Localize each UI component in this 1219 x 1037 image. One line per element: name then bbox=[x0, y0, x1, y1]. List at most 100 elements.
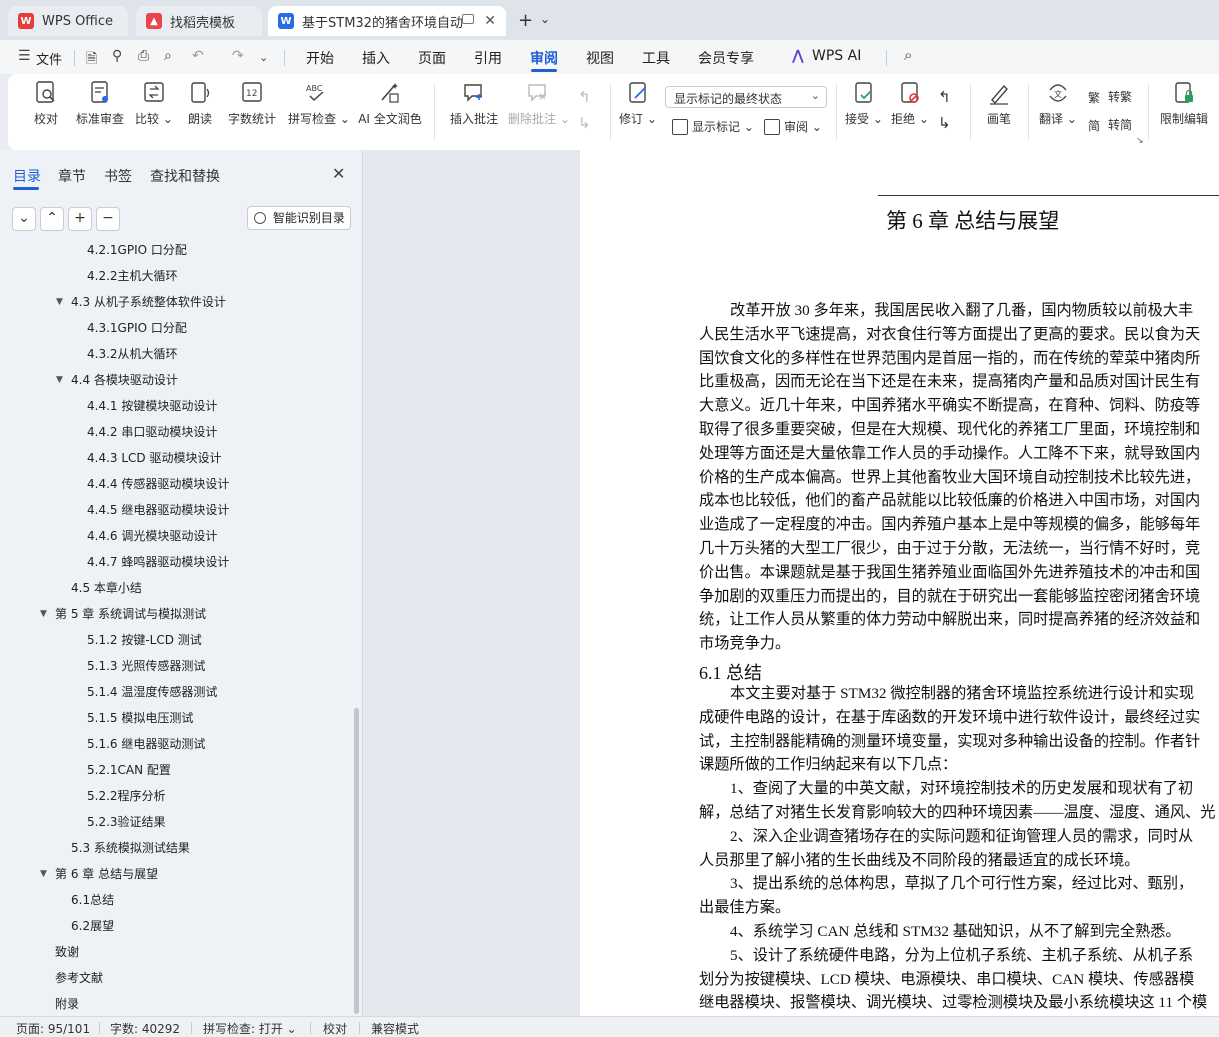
expand-caret-icon[interactable]: ▼ bbox=[56, 375, 63, 385]
word-count-indicator[interactable]: 字数: 40292 bbox=[110, 1020, 180, 1037]
quick-access-chevron-icon[interactable]: ⌄ bbox=[259, 51, 268, 64]
toc-item[interactable]: 5.1.6 继电器驱动测试 bbox=[87, 734, 205, 754]
document-page[interactable]: 第 6 章 总结与展望 改革开放 30 多年来，我国居民收入翻了几番，国内物质较… bbox=[580, 150, 1219, 1016]
track-changes-button[interactable]: 修订 ⌄ bbox=[618, 80, 658, 127]
toc-item[interactable]: 5.1.3 光照传感器测试 bbox=[87, 656, 205, 676]
expand-caret-icon[interactable]: ▼ bbox=[56, 297, 63, 307]
add-heading-button[interactable]: + bbox=[68, 207, 92, 231]
restrict-editing-button[interactable]: 限制编辑 bbox=[1158, 80, 1210, 127]
monitor-icon[interactable] bbox=[462, 14, 474, 24]
wps-ai-logo-icon[interactable]: ⋀ bbox=[792, 48, 804, 64]
toc-item[interactable]: 参考文献 bbox=[55, 968, 103, 988]
close-tab-icon[interactable]: ✕ bbox=[484, 13, 496, 29]
toc-item[interactable]: 4.3.1GPIO 口分配 bbox=[87, 318, 187, 338]
delete-comment-button[interactable]: 删除批注 ⌄ bbox=[508, 80, 570, 127]
to-traditional-button[interactable]: 繁 转繁 bbox=[1088, 88, 1132, 105]
tab-wps-office[interactable]: W WPS Office bbox=[8, 6, 128, 36]
print-icon[interactable]: ⎙ bbox=[138, 48, 149, 64]
nav-tab-bookmarks[interactable]: 书签 bbox=[104, 166, 132, 186]
to-simplified-button[interactable]: 简 转简 bbox=[1088, 116, 1132, 133]
expand-caret-icon[interactable]: ▼ bbox=[40, 609, 47, 619]
redo-icon[interactable]: ↷ bbox=[232, 48, 244, 64]
markup-mode-select[interactable]: 显示标记的最终状态 ⌄ bbox=[665, 86, 827, 108]
menu-view[interactable]: 视图 bbox=[586, 48, 614, 68]
toc-item[interactable]: 4.3 从机子系统整体软件设计 bbox=[71, 292, 226, 312]
toc-item[interactable]: 4.4.2 串口驱动模块设计 bbox=[87, 422, 217, 442]
toc-item[interactable]: 4.4.3 LCD 驱动模块设计 bbox=[87, 448, 221, 468]
toc-item[interactable]: 致谢 bbox=[55, 942, 79, 962]
toc-item[interactable]: 6.1总结 bbox=[71, 890, 114, 910]
toc-item[interactable]: 4.4.5 继电器驱动模块设计 bbox=[87, 500, 229, 520]
pen-button[interactable]: 画笔 bbox=[982, 80, 1016, 127]
tab-template[interactable]: ▲ 找稻壳模板 bbox=[136, 6, 262, 36]
nav-tab-toc[interactable]: 目录 bbox=[13, 166, 41, 186]
toc-item[interactable]: 4.4.1 按键模块驱动设计 bbox=[87, 396, 217, 416]
expand-up-button[interactable]: ⌃ bbox=[40, 207, 64, 231]
page-indicator[interactable]: 页面: 95/101 bbox=[16, 1020, 90, 1037]
accept-button[interactable]: 接受 ⌄ bbox=[844, 80, 884, 127]
toc-item[interactable]: 4.2.1GPIO 口分配 bbox=[87, 240, 187, 260]
toc-item[interactable]: 4.3.2从机大循环 bbox=[87, 344, 178, 364]
standard-review-button[interactable]: 标准审查 bbox=[74, 80, 126, 127]
toc-item[interactable]: 5.1.4 温湿度传感器测试 bbox=[87, 682, 217, 702]
compare-button[interactable]: 比较 ⌄ bbox=[134, 80, 174, 127]
menu-references[interactable]: 引用 bbox=[474, 48, 502, 68]
new-tab-icon[interactable]: + bbox=[518, 10, 533, 31]
toc-item[interactable]: 4.4.7 蜂鸣器驱动模块设计 bbox=[87, 552, 229, 572]
next-comment-icon[interactable]: ↳ bbox=[578, 114, 591, 132]
insert-comment-button[interactable]: 插入批注 bbox=[448, 80, 500, 127]
toc-item[interactable]: 4.4.4 传感器驱动模块设计 bbox=[87, 474, 229, 494]
menu-tools[interactable]: 工具 bbox=[642, 48, 670, 68]
dialog-launcher-icon[interactable]: ↘ bbox=[1136, 136, 1144, 146]
menu-insert[interactable]: 插入 bbox=[362, 48, 390, 68]
nav-tab-chapters[interactable]: 章节 bbox=[58, 166, 86, 186]
toc-item[interactable]: 5.2.3验证结果 bbox=[87, 812, 166, 832]
collapse-all-button[interactable]: ⌄ bbox=[12, 207, 36, 231]
link-icon[interactable]: ⚲ bbox=[112, 48, 122, 64]
remove-heading-button[interactable]: − bbox=[96, 207, 120, 231]
toc-scrollbar[interactable] bbox=[354, 708, 359, 1014]
toc-item[interactable]: 5.1.5 模拟电压测试 bbox=[87, 708, 193, 728]
translate-button[interactable]: 文 翻译 ⌄ bbox=[1038, 80, 1078, 127]
toc-item[interactable]: 第 6 章 总结与展望 bbox=[55, 864, 158, 884]
search-icon[interactable]: ⌕ bbox=[904, 46, 912, 64]
menu-home[interactable]: 开始 bbox=[306, 48, 334, 68]
tab-document[interactable]: W 基于STM32的猪舍环境自动监 ✕ bbox=[268, 6, 506, 36]
word-count-button[interactable]: 12 字数统计 bbox=[226, 80, 278, 127]
toc-item[interactable]: 4.4.6 调光模块驱动设计 bbox=[87, 526, 217, 546]
proofread-button[interactable]: 校对 bbox=[30, 80, 62, 127]
reject-button[interactable]: 拒绝 ⌄ bbox=[890, 80, 930, 127]
previous-comment-icon[interactable]: ↰ bbox=[578, 88, 591, 106]
display-markup-button[interactable]: 显示标记 ⌄ bbox=[672, 118, 754, 135]
next-change-icon[interactable]: ↳ bbox=[938, 114, 951, 132]
toc-item[interactable]: 5.2.2程序分析 bbox=[87, 786, 166, 806]
print-preview-icon[interactable]: ⌕ bbox=[164, 48, 172, 64]
toc-item[interactable]: 6.2展望 bbox=[71, 916, 114, 936]
toc-item[interactable]: 4.2.2主机大循环 bbox=[87, 266, 178, 286]
proofread-indicator[interactable]: 校对 bbox=[323, 1020, 347, 1037]
review-pane-button[interactable]: 审阅 ⌄ bbox=[764, 118, 822, 135]
undo-icon[interactable]: ↶ bbox=[192, 48, 204, 64]
toc-item[interactable]: 5.1.2 按键-LCD 测试 bbox=[87, 630, 202, 650]
menu-member[interactable]: 会员专享 bbox=[698, 48, 754, 68]
ai-polish-button[interactable]: AI 全文润色 bbox=[358, 80, 422, 127]
toc-item[interactable]: 4.5 本章小结 bbox=[71, 578, 142, 598]
menu-page[interactable]: 页面 bbox=[418, 48, 446, 68]
smart-toc-button[interactable]: 智能识别目录 bbox=[247, 206, 351, 230]
file-menu[interactable]: 文件 bbox=[36, 49, 62, 68]
toc-item[interactable]: 5.3 系统模拟测试结果 bbox=[71, 838, 190, 858]
spell-check-indicator[interactable]: 拼写检查: 打开 ⌄ bbox=[203, 1020, 297, 1037]
spell-check-button[interactable]: ABC 拼写检查 ⌄ bbox=[288, 80, 350, 127]
toc-item[interactable]: 第 5 章 系统调试与模拟测试 bbox=[55, 604, 206, 624]
close-pane-icon[interactable]: ✕ bbox=[332, 164, 345, 183]
toc-item[interactable]: 4.4 各模块驱动设计 bbox=[71, 370, 178, 390]
menu-wps-ai[interactable]: WPS AI bbox=[812, 48, 861, 64]
hamburger-icon[interactable]: ☰ bbox=[18, 48, 31, 64]
nav-tab-find-replace[interactable]: 查找和替换 bbox=[150, 166, 220, 186]
previous-change-icon[interactable]: ↰ bbox=[938, 88, 951, 106]
save-icon[interactable]: 🗎 bbox=[86, 48, 97, 72]
read-aloud-button[interactable]: 朗读 bbox=[186, 80, 214, 127]
toc-item[interactable]: 附录 bbox=[55, 994, 79, 1014]
menu-review[interactable]: 审阅 bbox=[530, 48, 558, 68]
expand-caret-icon[interactable]: ▼ bbox=[40, 869, 47, 879]
